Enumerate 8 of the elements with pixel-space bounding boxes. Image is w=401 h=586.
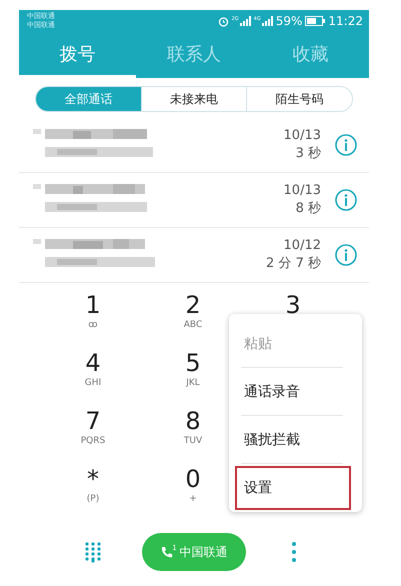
- battery-percent: 59%: [276, 14, 302, 28]
- call-date: 10/13: [284, 127, 321, 145]
- call-date: 10/12: [284, 237, 321, 255]
- call-duration: 2 分 7 秒: [266, 255, 321, 273]
- call-date: 10/13: [284, 182, 321, 200]
- call-duration: 8 秒: [296, 200, 321, 218]
- call-duration: 3 秒: [296, 145, 321, 163]
- clock-time: 11:22: [328, 14, 363, 28]
